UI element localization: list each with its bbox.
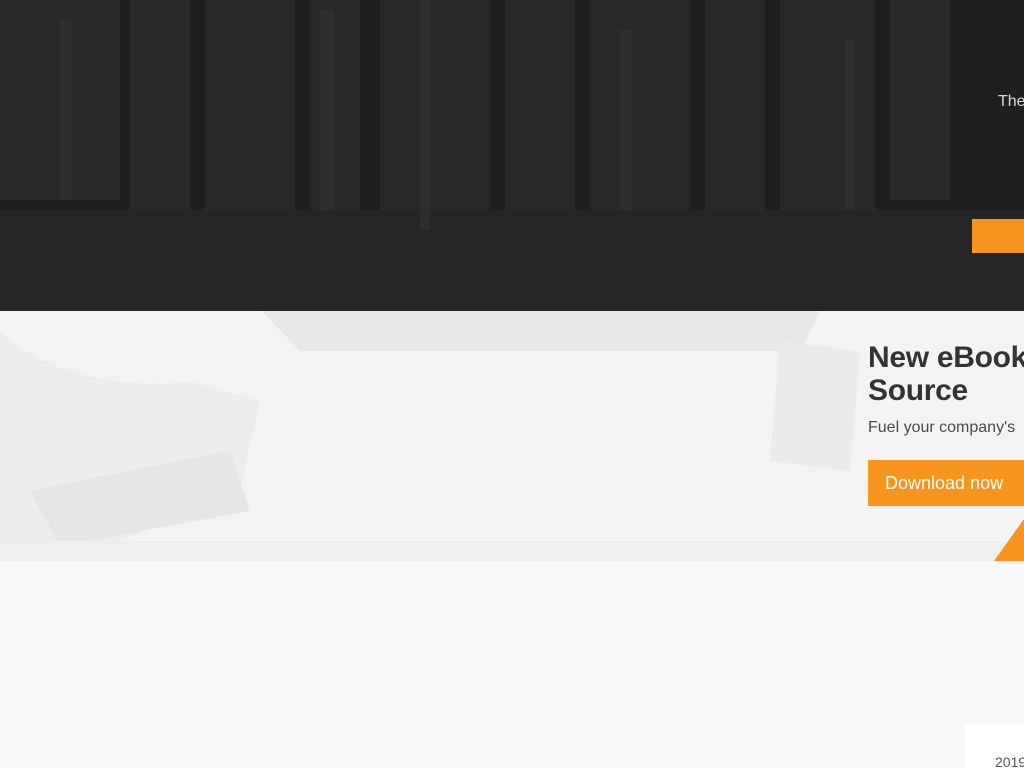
promo-title-line-1: New eBook	[868, 341, 1024, 374]
hero-cta-button[interactable]	[972, 219, 1024, 253]
hero-text: The	[998, 93, 1024, 110]
promo-title-line-2: Source	[868, 374, 968, 407]
promo-title: New eBook Source	[868, 341, 1024, 407]
orange-accent-shape	[994, 519, 1024, 561]
page: The New eBook Source Fuel your company's…	[0, 0, 1024, 768]
content-card: 2019	[965, 724, 1024, 768]
card-year-text: 2019	[995, 754, 1024, 768]
download-now-button[interactable]: Download now	[868, 460, 1024, 506]
hero-section: The	[0, 0, 1024, 311]
promo-subtitle: Fuel your company's	[868, 419, 1016, 436]
hero-background-image	[0, 0, 1024, 311]
ebook-promo-section: New eBook Source Fuel your company's Dow…	[0, 311, 1024, 561]
